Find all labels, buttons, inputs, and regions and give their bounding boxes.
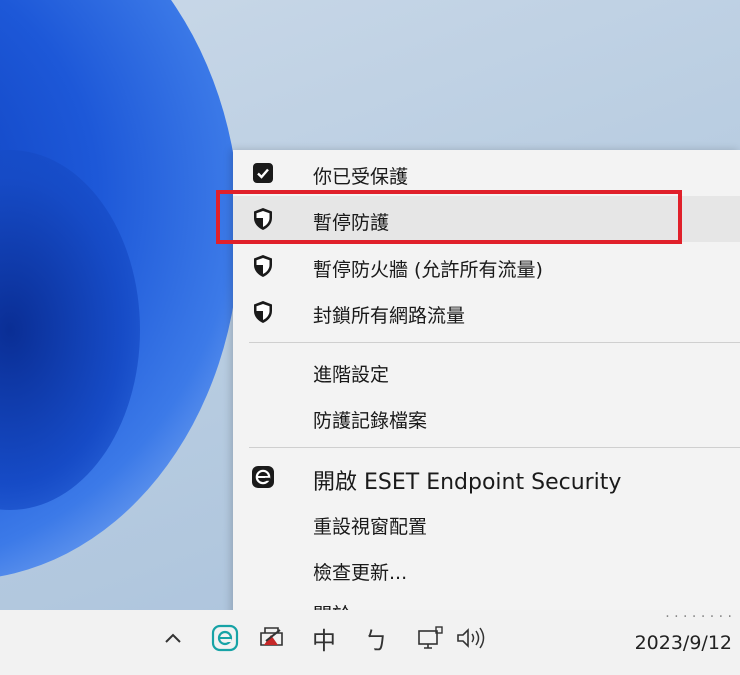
eset-e-icon [251,465,275,489]
menu-item-check-updates[interactable]: 檢查更新... [233,546,740,592]
menu-item-reset-layout[interactable]: 重設視窗配置 [233,500,740,546]
menu-separator [249,342,740,343]
ime-mode-icon[interactable]: ㄅ [358,618,394,658]
shield-icon [251,207,275,231]
menu-item-block-network[interactable]: 封鎖所有網路流量 [233,289,740,335]
menu-item-label: 暫停防火牆 (允許所有流量) [313,259,543,281]
shield-icon [251,300,275,324]
shield-icon [251,254,275,278]
menu-item-label: 防護記錄檔案 [313,410,428,432]
menu-item-label: 進階設定 [313,364,390,386]
menu-item-label: 重設視窗配置 [313,516,428,538]
speaker-icon[interactable] [452,618,492,658]
eset-tray-icon[interactable] [208,618,242,658]
ime-icon[interactable]: 中 [306,618,342,658]
chevron-up-icon[interactable] [158,618,188,658]
taskbar: 中 ㄅ · · · · · · · · 2023/9/12 [0,610,740,675]
menu-item-advanced-settings[interactable]: 進階設定 [233,348,740,394]
checkmark-square-icon [251,161,275,185]
menu-item-label: 你已受保護 [313,166,409,188]
menu-separator [249,447,740,448]
menu-item-pause-protection[interactable]: 暫停防護 [233,196,740,242]
network-icon[interactable] [412,618,448,658]
menu-item-pause-firewall[interactable]: 暫停防火牆 (允許所有流量) [233,243,740,289]
taskbar-clock[interactable]: · · · · · · · · 2023/9/12 [592,610,732,653]
clock-date: 2023/9/12 [634,632,732,654]
menu-item-label: 開啟 ESET Endpoint Security [313,470,622,495]
menu-item-label: 暫停防護 [313,212,390,234]
menu-item-open-eset[interactable]: 開啟 ESET Endpoint Security [233,454,740,500]
menu-item-label: 封鎖所有網路流量 [313,305,466,327]
printer-warning-icon[interactable] [255,618,291,658]
menu-item-protected-status[interactable]: 你已受保護 [233,150,740,196]
menu-item-log-files[interactable]: 防護記錄檔案 [233,394,740,440]
clock-time-partial: · · · · · · · · [665,610,732,624]
menu-item-label: 檢查更新... [313,562,408,584]
eset-tray-context-menu: 你已受保護 暫停防護 暫停防火牆 (允許所有流量) 封鎖所有網路流量 進階設定 … [233,150,740,635]
